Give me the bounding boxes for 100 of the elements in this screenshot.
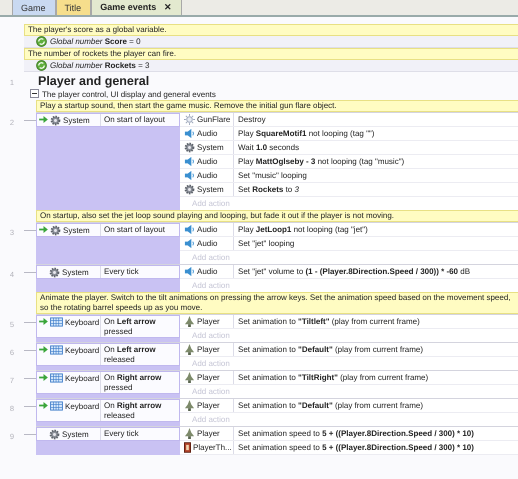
object-name: Player (197, 400, 220, 411)
object-name: Audio (197, 156, 218, 167)
keyboard-icon (50, 317, 63, 327)
group-title: Player and general (37, 73, 150, 89)
sprite-icon (184, 400, 195, 411)
condition-row[interactable]: System Every tick (36, 427, 180, 441)
gear-icon (50, 115, 61, 126)
sprite-icon (184, 372, 195, 383)
gear-icon (50, 225, 61, 236)
object-name: System (62, 267, 89, 278)
condition-row[interactable]: Keyboard On Right arrow pressed (36, 371, 180, 394)
object-name: Keyboard (65, 401, 100, 412)
comment-text: The player's score as a global variable. (24, 24, 518, 36)
object-name: Audio (197, 266, 218, 277)
close-button[interactable]: ✕ (164, 2, 172, 12)
action-text: Set "jet" volume to (1 - (Player.8Direction.Speed / 300)) * -60 dB (237, 266, 472, 278)
condition-row[interactable]: Keyboard On Left arrow pressed (36, 315, 180, 338)
object-name: Audio (197, 238, 218, 249)
object-name: Audio (197, 224, 218, 235)
action-row[interactable]: System Wait 1.0 seconds (180, 141, 518, 155)
tab[interactable]: Game events ✕ (91, 0, 182, 15)
keyboard-icon (50, 373, 63, 383)
action-row[interactable]: Player Set animation to "Default" (play from current frame) (180, 343, 518, 357)
condition-row[interactable]: Keyboard On Left arrow released (36, 343, 180, 366)
action-text: Set animation to "TiltRight" (play from current frame) (237, 372, 430, 384)
object-name: Player (197, 344, 220, 355)
action-row[interactable]: Player Set animation to "Default" (play from current frame) (180, 399, 518, 413)
speaker-icon (184, 266, 195, 277)
object-name: Audio (197, 128, 218, 139)
condition-row[interactable]: System Every tick (36, 265, 180, 279)
variable-text: Global number Rockets = 3 (50, 60, 150, 71)
object-name: Player (197, 428, 220, 439)
object-name: Keyboard (65, 373, 100, 384)
action-row[interactable]: Audio Play MattOglseby - 3 not looping (tag "music") (180, 155, 518, 169)
condition-row[interactable]: Keyboard On Right arrow released (36, 399, 180, 422)
action-text: Set animation to "Default" (play from current frame) (237, 400, 424, 412)
thumbnail-icon (184, 442, 191, 453)
action-row[interactable]: Audio Play SquareMotif1 not looping (tag "") (180, 127, 518, 141)
gear-icon (49, 429, 60, 440)
condition-text: On start of layout (103, 114, 166, 126)
speaker-icon (184, 156, 195, 167)
object-name: System (197, 142, 224, 153)
action-text: Play SquareMotif1 not looping (tag "") (237, 128, 376, 140)
variable-text: Global number Score = 0 (50, 36, 141, 47)
condition-text: On Left arrow pressed (103, 316, 157, 337)
action-text: Destroy (237, 114, 267, 126)
action-row[interactable]: System Set Rockets to 3 (180, 183, 518, 197)
object-name: GunFlare (197, 114, 230, 125)
object-name: System (63, 115, 90, 126)
action-text: Set animation to "Default" (play from current frame) (237, 344, 424, 356)
sun-icon (184, 114, 195, 125)
keyboard-icon (50, 401, 63, 411)
object-name: Audio (197, 170, 218, 181)
sprite-icon (184, 316, 195, 327)
object-name: System (197, 184, 224, 195)
gear-icon (184, 142, 195, 153)
globe-icon (36, 60, 47, 71)
action-row[interactable]: Player Set animation to "TiltRight" (play from current frame) (180, 371, 518, 385)
action-row[interactable]: GunFlare Destroy (180, 113, 518, 127)
tab[interactable]: Title (56, 0, 92, 15)
object-name: System (63, 225, 90, 236)
gear-icon (49, 267, 60, 278)
object-name: PlayerTh... (193, 442, 232, 453)
keyboard-icon (50, 345, 63, 355)
arrow-icon (39, 402, 48, 409)
object-name: Keyboard (65, 317, 100, 328)
action-row[interactable]: Audio Set "music" looping (180, 169, 518, 183)
arrow-icon (39, 226, 48, 233)
action-row[interactable]: PlayerTh... Set animation speed to 5 + ((Player.8Direction.Speed / 300) * 10) (180, 441, 518, 455)
collapse-icon[interactable] (30, 88, 39, 100)
condition-text: On Left arrow released (103, 344, 157, 365)
comment-text: Play a startup sound, then start the game music. Remove the initial gun flare object. (36, 100, 518, 112)
sprite-icon (184, 428, 195, 439)
group-description: The player control, UI display and general events (42, 88, 216, 100)
action-text: Wait 1.0 seconds (237, 142, 300, 154)
condition-text: On start of layout (103, 224, 166, 236)
object-name: Keyboard (65, 345, 100, 356)
tab[interactable]: Game (12, 0, 56, 15)
globe-icon (36, 36, 47, 47)
speaker-icon (184, 238, 195, 249)
sprite-icon (184, 344, 195, 355)
action-text: Play MattOglseby - 3 not looping (tag "music") (237, 156, 406, 168)
arrow-icon (39, 116, 48, 123)
object-name: System (62, 429, 89, 440)
speaker-icon (184, 170, 195, 181)
action-row[interactable]: Audio Set "jet" volume to (1 - (Player.8Direction.Speed / 300)) * -60 dB (180, 265, 518, 279)
action-row[interactable]: Player Set animation speed to 5 + ((Player.8Direction.Speed / 300) * 10) (180, 427, 518, 441)
action-text: Set "music" looping (237, 170, 308, 182)
action-row[interactable]: Audio Play JetLoop1 not looping (tag "jet") (180, 223, 518, 237)
action-text: Set animation to "Tiltleft" (play from current frame) (237, 316, 421, 328)
action-row[interactable]: Player Set animation to "Tiltleft" (play from current frame) (180, 315, 518, 329)
condition-text: Every tick (103, 266, 140, 278)
arrow-icon (39, 374, 48, 381)
object-name: Player (197, 316, 220, 327)
arrow-icon (39, 318, 48, 325)
condition-row[interactable]: System On start of layout (36, 223, 180, 237)
action-row[interactable]: Audio Set "jet" looping (180, 237, 518, 251)
condition-row[interactable]: System On start of layout (36, 113, 180, 127)
action-text: Set animation speed to 5 + ((Player.8Direction.Speed / 300) * 10) (237, 428, 475, 440)
comment-text: The number of rockets the player can fire. (24, 48, 518, 60)
